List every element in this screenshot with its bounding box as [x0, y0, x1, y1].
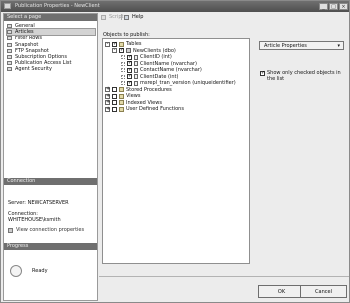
page-item-agent-security[interactable]: Agent Security: [7, 66, 95, 72]
page-icon: [7, 48, 12, 53]
folder-icon: [119, 93, 124, 99]
page-icon: [7, 36, 12, 41]
cancel-button[interactable]: Cancel: [300, 285, 347, 298]
properties-icon: [8, 227, 13, 233]
folder-icon: [119, 41, 124, 47]
tree-node-user-defined-functions[interactable]: + User Defined Functions: [105, 106, 184, 112]
left-pane: Select a page General Articles Filter Ro…: [3, 13, 98, 301]
udf-checkbox[interactable]: [112, 106, 117, 112]
expand-icon[interactable]: +: [105, 100, 110, 105]
progress-info: Ready: [10, 265, 48, 277]
expand-icon[interactable]: +: [105, 93, 110, 99]
page-list: General Articles Filter Rows Snapshot FT…: [6, 23, 96, 73]
show-only-checked-option[interactable]: ✓ Show only checked objects in the list: [260, 70, 342, 82]
views-checkbox[interactable]: [112, 93, 117, 99]
page-icon: [7, 55, 12, 60]
tree-node-column[interactable]: ✓ ContactName (nvarchar): [121, 67, 202, 73]
title-bar: Publication Properties - NewClient _ □ ×: [1, 1, 349, 12]
tables-checkbox[interactable]: ✓: [112, 41, 117, 47]
chevron-down-icon: ▾: [337, 43, 340, 49]
footer-divider: [99, 276, 349, 277]
progress-status: Ready: [32, 268, 48, 274]
column-icon: [134, 67, 138, 73]
table-icon: [126, 48, 131, 53]
toolbar: Script ▾ Help: [99, 13, 349, 21]
show-only-checked-checkbox[interactable]: ✓: [260, 71, 265, 76]
tree-node-stored-procedures[interactable]: + Stored Procedures: [105, 87, 172, 93]
help-button[interactable]: Help: [124, 14, 143, 20]
tree-node-column[interactable]: ✓ ClientName (nvarchar): [121, 61, 197, 67]
tree-node-views[interactable]: + Views: [105, 93, 140, 99]
column-checkbox[interactable]: ✓: [127, 74, 132, 79]
ok-button[interactable]: OK: [258, 285, 305, 298]
connection-user: WHITEHOUSE\ksmith: [8, 217, 61, 223]
folder-icon: [119, 87, 124, 92]
page-icon: [7, 61, 12, 66]
tree-line: [121, 81, 125, 85]
column-icon: [134, 61, 138, 66]
tree-line: [121, 61, 125, 66]
connection-header: Connection: [4, 178, 97, 185]
server-text: Server: NEWCATSERVER: [8, 200, 69, 206]
stored-procedures-checkbox[interactable]: [112, 87, 117, 92]
folder-icon: [119, 106, 124, 112]
connection-info: Server: NEWCATSERVER Connection: WHITEHO…: [8, 200, 96, 233]
publication-properties-window: Publication Properties - NewClient _ □ ×…: [0, 0, 350, 303]
column-checkbox[interactable]: ✓: [127, 80, 132, 86]
window-title: Publication Properties - NewClient: [15, 3, 100, 9]
article-properties-button[interactable]: Article Properties ▾: [259, 41, 344, 50]
expand-icon[interactable]: +: [105, 106, 110, 112]
maximize-icon[interactable]: □: [329, 3, 338, 10]
column-checkbox[interactable]: ✓: [127, 61, 132, 66]
page-icon: [7, 42, 12, 47]
expand-icon[interactable]: +: [105, 87, 110, 92]
tree-line: [121, 74, 125, 79]
collapse-icon[interactable]: -: [105, 41, 110, 47]
tree-node-column[interactable]: ✓ ClientDate (int): [121, 74, 178, 80]
progress-spinner-icon: [10, 265, 22, 277]
column-icon: [134, 80, 138, 86]
tree-node-indexed-views[interactable]: + Indexed Views: [105, 100, 162, 106]
column-icon: [134, 54, 138, 60]
page-icon: [7, 67, 12, 72]
view-connection-properties-link[interactable]: View connection properties: [8, 227, 96, 233]
app-icon: [4, 3, 11, 9]
tree-node-newclients[interactable]: - ✓ NewClients (dbo): [112, 48, 176, 54]
page-icon: [7, 24, 12, 29]
column-checkbox[interactable]: ✓: [127, 54, 132, 60]
objects-tree[interactable]: - ✓ Tables - ✓ NewClients (dbo) ✓ Client…: [102, 38, 250, 264]
script-icon: [101, 14, 106, 20]
page-icon: [7, 30, 12, 35]
close-icon[interactable]: ×: [339, 3, 348, 10]
indexed-views-checkbox[interactable]: [112, 100, 117, 105]
tree-line: [121, 68, 125, 72]
help-icon: [124, 14, 129, 20]
tree-line: [121, 55, 125, 59]
select-page-header: Select a page: [4, 14, 97, 21]
toolbar-divider: [121, 14, 122, 20]
progress-header: Progress: [4, 243, 97, 250]
newclients-checkbox[interactable]: ✓: [119, 48, 124, 53]
minimize-icon[interactable]: _: [319, 3, 328, 10]
collapse-icon[interactable]: -: [112, 48, 117, 53]
folder-icon: [119, 100, 124, 105]
column-checkbox[interactable]: ✓: [127, 67, 132, 73]
tree-node-column[interactable]: ✓ msrepl_tran_version (uniqueidentifier): [121, 80, 236, 86]
column-icon: [134, 74, 138, 79]
